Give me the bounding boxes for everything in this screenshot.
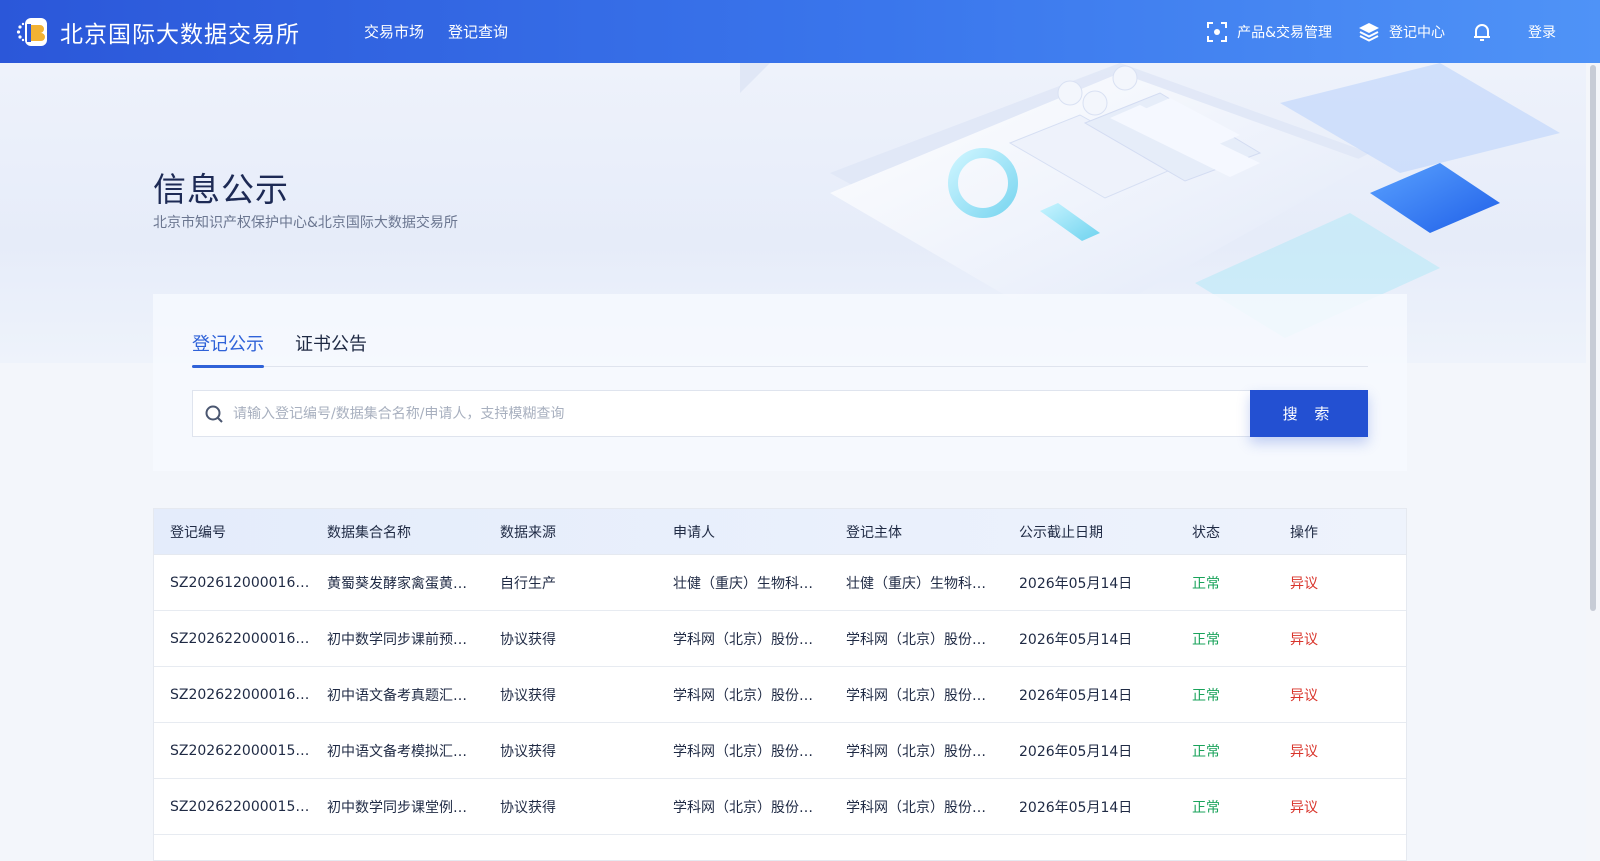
scan-icon: [1206, 21, 1228, 43]
main-nav: 交易市场 登记查询: [364, 21, 508, 42]
cell-dataset-name: 初中数学同步课前预…: [327, 631, 467, 648]
search-box: [192, 390, 1250, 437]
cell-reg-subject: 学科网（北京）股份…: [846, 799, 986, 816]
col-header-action: 操作: [1290, 524, 1318, 541]
col-header-status: 状态: [1192, 524, 1220, 541]
product-trade-mgmt-label: 产品&交易管理: [1237, 24, 1332, 41]
tab-bar: 登记公示 证书公告: [192, 330, 1368, 368]
logo-icon: [16, 15, 50, 49]
scrollbar-thumb[interactable]: [1590, 65, 1596, 611]
cell-reg-no: SZ2026220000160.10: [170, 686, 327, 703]
objection-link[interactable]: 异议: [1290, 629, 1400, 649]
status-badge: 正常: [1192, 575, 1220, 592]
cell-data-source: 协议获得: [500, 743, 556, 760]
cell-deadline: 2026年05月14日: [1019, 743, 1133, 760]
cell-applicant: 壮健（重庆）生物科…: [673, 575, 813, 592]
login-label: 登录: [1528, 24, 1556, 41]
cell-dataset-name: 初中语文备考真题汇…: [327, 687, 467, 704]
product-trade-mgmt-link[interactable]: 产品&交易管理: [1206, 21, 1332, 43]
top-navbar: 北京国际大数据交易所 交易市场 登记查询 产品&交易管理 登记中心 登录: [0, 0, 1600, 63]
layers-icon: [1358, 21, 1380, 43]
brand[interactable]: 北京国际大数据交易所: [16, 15, 300, 49]
search-input[interactable]: [233, 405, 1250, 422]
col-header-data-source: 数据来源: [500, 524, 556, 541]
nav-right: 产品&交易管理 登记中心 登录: [1180, 0, 1556, 63]
register-center-link[interactable]: 登记中心: [1358, 21, 1445, 43]
cell-applicant: 学科网（北京）股份…: [673, 687, 813, 704]
cell-deadline: 2026年05月14日: [1019, 687, 1133, 704]
search-panel: 登记公示 证书公告 搜 索: [153, 294, 1407, 471]
cell-dataset-name: 初中数学同步课堂例…: [327, 799, 467, 816]
registration-table: 登记编号 数据集合名称 数据来源 申请人 登记主体 公示截止日期 状态 操作 S…: [153, 508, 1407, 861]
cell-applicant: 学科网（北京）股份…: [673, 631, 813, 648]
table-row[interactable]: SZ2026220000158.6 初中数学同步课堂例… 协议获得 学科网（北京…: [154, 779, 1406, 835]
search-icon: [204, 404, 224, 424]
cell-data-source: 协议获得: [500, 799, 556, 816]
status-badge: 正常: [1192, 743, 1220, 760]
cell-reg-no: SZ2026220000158.6: [170, 798, 318, 815]
status-badge: 正常: [1192, 799, 1220, 816]
tab-certificate-announcement[interactable]: 证书公告: [295, 330, 367, 367]
cell-deadline: 2026年05月14日: [1019, 799, 1133, 816]
cell-reg-no: SZ2026220000159.7: [170, 742, 318, 759]
cell-reg-no: SZ2026220000161.0: [170, 630, 318, 647]
brand-name: 北京国际大数据交易所: [60, 21, 300, 48]
cell-reg-subject: 学科网（北京）股份…: [846, 631, 986, 648]
search-bar: 搜 索: [192, 390, 1368, 437]
cell-reg-no: SZ2026120000164.2: [170, 574, 318, 591]
objection-link[interactable]: 异议: [1290, 573, 1400, 593]
cell-reg-subject: 学科网（北京）股份…: [846, 687, 986, 704]
status-badge: 正常: [1192, 631, 1220, 648]
nav-trading-market[interactable]: 交易市场: [364, 21, 424, 42]
page-title: 信息公示: [153, 170, 289, 209]
notification-button[interactable]: [1471, 21, 1502, 43]
tab-registration-notice[interactable]: 登记公示: [192, 330, 264, 368]
cell-reg-subject: 学科网（北京）股份…: [846, 743, 986, 760]
status-badge: 正常: [1192, 687, 1220, 704]
cell-deadline: 2026年05月14日: [1019, 631, 1133, 648]
table-row[interactable]: SZ2026220000161.0 初中数学同步课前预… 协议获得 学科网（北京…: [154, 611, 1406, 667]
table-row[interactable]: SZ2026220000160.10 初中语文备考真题汇… 协议获得 学科网（北…: [154, 667, 1406, 723]
table-row[interactable]: SZ2026220000159.7 初中语文备考模拟汇… 协议获得 学科网（北京…: [154, 723, 1406, 779]
objection-link[interactable]: 异议: [1290, 741, 1400, 761]
register-center-label: 登记中心: [1389, 24, 1445, 41]
objection-link[interactable]: 异议: [1290, 685, 1400, 705]
page-subtitle: 北京市知识产权保护中心&北京国际大数据交易所: [153, 215, 458, 231]
cell-data-source: 自行生产: [500, 575, 556, 592]
cell-applicant: 学科网（北京）股份…: [673, 799, 813, 816]
page-scrollbar[interactable]: [1586, 63, 1600, 861]
login-link[interactable]: 登录: [1528, 22, 1556, 42]
table-header: 登记编号 数据集合名称 数据来源 申请人 登记主体 公示截止日期 状态 操作: [154, 509, 1406, 555]
cell-data-source: 协议获得: [500, 687, 556, 704]
cell-applicant: 学科网（北京）股份…: [673, 743, 813, 760]
bell-icon: [1471, 21, 1493, 43]
cell-dataset-name: 黄蜀葵发酵家禽蛋黄…: [327, 575, 467, 592]
col-header-reg-subject: 登记主体: [846, 524, 902, 541]
col-header-applicant: 申请人: [673, 524, 715, 541]
search-button[interactable]: 搜 索: [1250, 390, 1368, 437]
table-row[interactable]: SZ2026120000164.2 黄蜀葵发酵家禽蛋黄… 自行生产 壮健（重庆）…: [154, 555, 1406, 611]
objection-link[interactable]: 异议: [1290, 797, 1400, 817]
cell-deadline: 2026年05月14日: [1019, 575, 1133, 592]
col-header-reg-no: 登记编号: [170, 524, 226, 541]
col-header-deadline: 公示截止日期: [1019, 524, 1103, 541]
cell-reg-subject: 壮健（重庆）生物科…: [846, 575, 986, 592]
cell-dataset-name: 初中语文备考模拟汇…: [327, 743, 467, 760]
cell-data-source: 协议获得: [500, 631, 556, 648]
col-header-dataset-name: 数据集合名称: [327, 524, 411, 541]
nav-register-query[interactable]: 登记查询: [448, 21, 508, 42]
